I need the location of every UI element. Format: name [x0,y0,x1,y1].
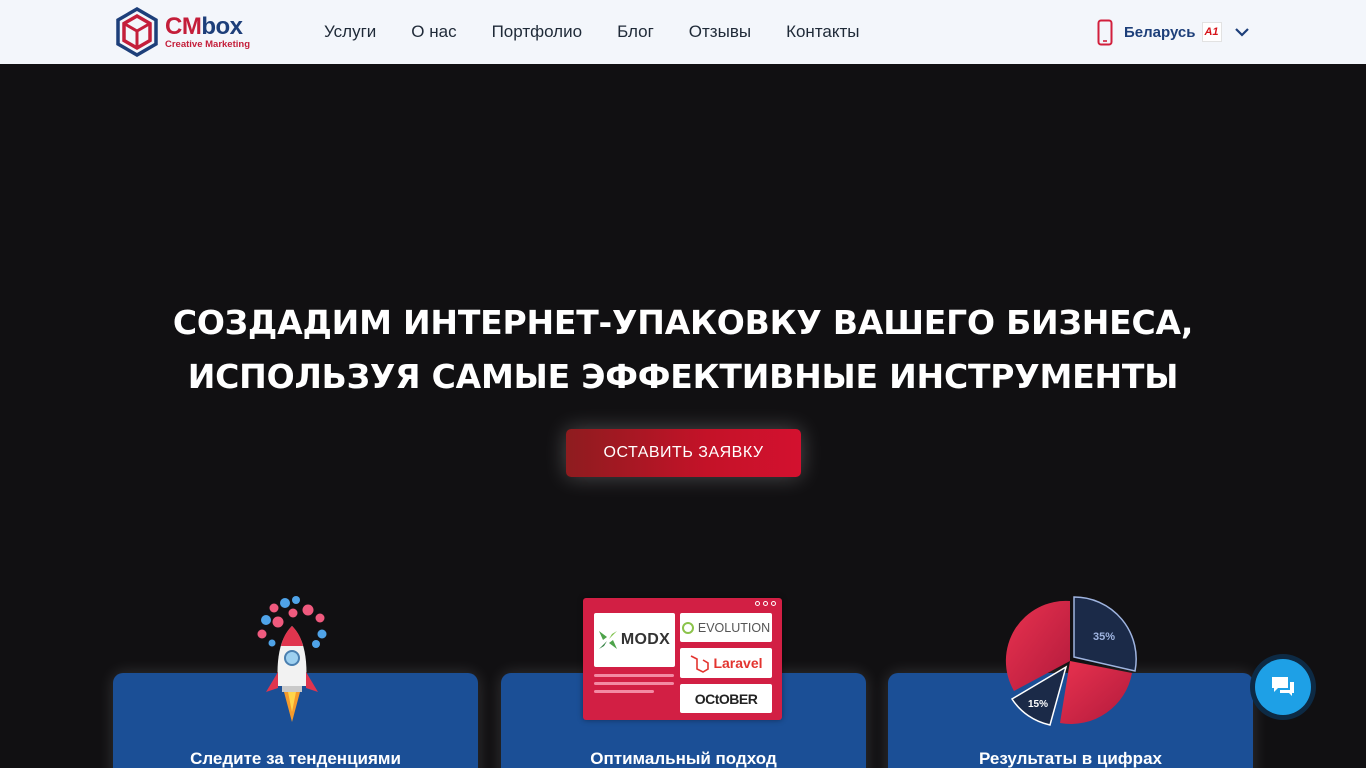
cube-logo-icon [116,7,158,57]
region-selector[interactable]: Беларусь A1 [1097,16,1250,48]
region-label: Беларусь [1124,23,1196,41]
pie-chart-icon: 35% 15% [1005,596,1137,726]
card-title: Результаты в цифрах [979,749,1162,768]
site-header: CMbox Creative Marketing Услуги О нас По… [0,0,1366,64]
card-title: Оптимальный подход [590,749,777,768]
laravel-logo: Laravel [680,648,772,678]
chevron-down-icon[interactable] [1234,27,1250,37]
evolution-logo: EVOLUTION [680,613,772,642]
pie-label-35: 35% [1093,631,1115,643]
pie-label-15: 15% [1028,699,1048,710]
chat-button[interactable] [1250,654,1316,720]
nav-item-contacts[interactable]: Контакты [786,22,859,42]
logo-wordmark: CMbox [165,12,243,40]
hero-title: СОЗДАДИМ ИНТЕРНЕТ-УПАКОВКУ ВАШЕГО БИЗНЕС… [133,296,1233,404]
modx-logo: MODX [594,613,675,667]
cms-platforms-icon: MODX EVOLUTION Laravel OCtOBER [583,598,782,720]
october-logo: OCtOBER [680,684,772,713]
submit-request-button[interactable]: ОСТАВИТЬ ЗАЯВКУ [566,429,801,477]
phone-icon [1097,19,1113,45]
nav-item-portfolio[interactable]: Портфолио [492,22,582,42]
card-title: Следите за тенденциями [190,749,401,768]
nav-item-blog[interactable]: Блог [617,22,654,42]
chat-icon [1272,677,1294,696]
logo-tagline: Creative Marketing [165,38,251,50]
hero-title-line-1: СОЗДАДИМ ИНТЕРНЕТ-УПАКОВКУ ВАШЕГО БИЗНЕС… [172,303,1194,342]
rocket-icon [257,596,327,722]
nav-item-about[interactable]: О нас [411,22,456,42]
logo[interactable]: CMbox Creative Marketing [115,7,255,57]
window-dots [755,601,776,606]
main-nav: Услуги О нас Портфолио Блог Отзывы Конта… [324,0,860,64]
nav-item-services[interactable]: Услуги [324,22,376,42]
a1-badge: A1 [1201,22,1222,42]
nav-item-reviews[interactable]: Отзывы [689,22,751,42]
hero-title-line-2: ИСПОЛЬЗУЯ САМЫЕ ЭФФЕКТИВНЫЕ ИНСТРУМЕНТЫ [187,357,1179,396]
